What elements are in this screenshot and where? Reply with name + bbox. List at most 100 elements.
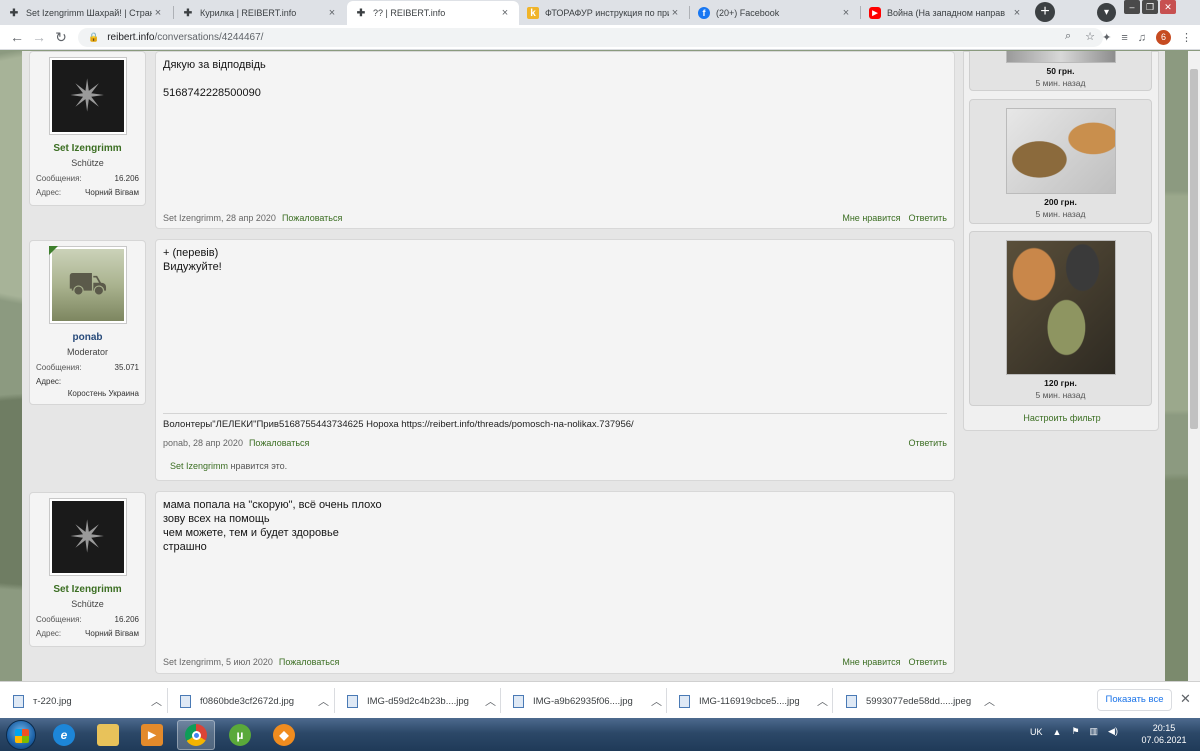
start-button[interactable] <box>6 720 36 750</box>
classified-card[interactable]: 50 грн. 5 мин. назад <box>969 51 1152 91</box>
media-icon[interactable]: ♫ <box>1138 32 1146 44</box>
tab-ftorafur[interactable]: k ФТОРАФУР инструкция по прим × <box>519 1 689 25</box>
classified-card[interactable]: 120 грн. 5 мин. назад <box>969 231 1152 406</box>
reload-icon[interactable]: ↻ <box>50 29 72 46</box>
forward-arrow-icon[interactable]: → <box>28 29 50 45</box>
show-hidden-icons-icon[interactable]: ▲ <box>1053 727 1062 737</box>
download-item[interactable]: IMG-d59d2c4b23b....jpg ︿ <box>347 692 496 710</box>
browser-toolbar: ← → ↻ 🔒 reibert.info/conversations/42444… <box>0 25 1200 50</box>
report-link[interactable]: Пожаловаться <box>279 657 339 667</box>
chevron-up-icon[interactable]: ︿ <box>318 693 329 709</box>
item-photo[interactable] <box>1005 51 1116 63</box>
username-link[interactable]: Set Izengrimm <box>30 143 145 154</box>
tab-youtube[interactable]: ▶ Война (На западном направ × <box>861 1 1031 25</box>
taskbar-app[interactable]: ◆ <box>265 720 303 750</box>
page-scrollbar[interactable] <box>1188 51 1200 681</box>
tab-close-icon[interactable]: × <box>326 7 338 19</box>
bookmark-star-icon[interactable]: ☆ <box>1085 30 1095 43</box>
item-time: 5 мин. назад <box>1035 209 1086 219</box>
close-window-icon[interactable]: ✕ <box>1160 0 1176 14</box>
flag-icon[interactable]: ⚑ <box>1071 726 1079 737</box>
tab-close-icon[interactable]: × <box>669 7 681 19</box>
chevron-up-icon[interactable]: ︿ <box>984 693 995 709</box>
show-all-downloads-button[interactable]: Показать все <box>1097 689 1172 711</box>
zoom-icon[interactable]: ⌕ <box>1065 30 1071 43</box>
taskbar-chrome[interactable] <box>177 720 215 750</box>
item-photo[interactable] <box>1005 240 1116 375</box>
download-divider <box>167 688 168 713</box>
back-arrow-icon[interactable]: ← <box>6 29 28 45</box>
chevron-up-icon[interactable]: ︿ <box>151 693 162 709</box>
download-item[interactable]: т-220.jpg ︿ <box>13 692 162 710</box>
tab-close-icon[interactable]: × <box>499 7 511 19</box>
filter-settings-link[interactable]: Настроить фильтр <box>964 413 1160 423</box>
tab-close-icon[interactable]: × <box>152 7 164 19</box>
download-item[interactable]: 5993077ede58dd.....jpeg ︿ <box>846 692 995 710</box>
message-actions: Мне нравится Ответить <box>842 213 947 223</box>
downloads-bar: т-220.jpg ︿ f0860bde3cf2672d.jpg ︿ IMG-d… <box>0 681 1200 718</box>
item-photo[interactable] <box>1005 108 1116 194</box>
message-author-date[interactable]: Set Izengrimm, 5 июл 2020 <box>163 657 273 667</box>
classified-card[interactable]: 200 грн. 5 мин. назад <box>969 99 1152 224</box>
message-author-date[interactable]: ponab, 28 апр 2020 <box>163 438 243 448</box>
avatar[interactable]: ⛟ <box>48 246 127 324</box>
message-author-date[interactable]: Set Izengrimm, 28 апр 2020 <box>163 213 276 223</box>
chaos-star-icon: ✴ <box>51 60 124 132</box>
chevron-up-icon[interactable]: ︿ <box>817 693 828 709</box>
reply-link[interactable]: Ответить <box>909 213 947 223</box>
scrollbar-thumb[interactable] <box>1190 69 1198 429</box>
conversation-column: ✴ Set Izengrimm Schütze Сообщения: 16.206… <box>22 51 1165 681</box>
cross-favicon-icon: ✚ <box>356 7 366 19</box>
taskbar-utorrent[interactable]: µ <box>221 720 259 750</box>
tab-facebook[interactable]: f (20+) Facebook × <box>690 1 860 25</box>
user-title: Schütze <box>71 158 104 168</box>
taskbar-internet-explorer[interactable]: e <box>45 720 83 750</box>
language-indicator[interactable]: UK <box>1030 727 1043 737</box>
address-bar[interactable]: 🔒 reibert.info/conversations/4244467/ ⌕ … <box>78 28 1103 47</box>
reply-link[interactable]: Ответить <box>909 438 947 448</box>
download-item[interactable]: f0860bde3cf2672d.jpg ︿ <box>180 692 329 710</box>
report-link[interactable]: Пожаловаться <box>249 438 309 448</box>
avatar[interactable]: ✴ <box>48 498 127 576</box>
minimize-icon[interactable]: – <box>1124 0 1140 14</box>
taskbar-explorer[interactable] <box>89 720 127 750</box>
profile-badge[interactable]: 6 <box>1156 30 1171 45</box>
tab-close-icon[interactable]: × <box>1011 7 1023 19</box>
username-link[interactable]: ponab <box>30 332 145 343</box>
posts-stat: Сообщения: 16.206 <box>36 174 139 183</box>
report-link[interactable]: Пожаловаться <box>282 213 342 223</box>
volume-icon[interactable]: ◀) <box>1108 726 1118 737</box>
new-tab-button[interactable]: + <box>1035 2 1055 22</box>
chevron-up-icon[interactable]: ︿ <box>651 693 662 709</box>
like-link[interactable]: Мне нравится <box>842 657 900 667</box>
tab-set-izengrimm[interactable]: ✚ Set Izengrimm Шахрай! | Страни × <box>0 1 172 25</box>
download-item[interactable]: IMG-116919cbce5....jpg ︿ <box>679 692 828 710</box>
download-divider <box>334 688 335 713</box>
posts-stat: Сообщения: 16.206 <box>36 615 139 624</box>
tab-close-icon[interactable]: × <box>840 7 852 19</box>
avatar[interactable]: ✴ <box>48 57 127 135</box>
menu-kebab-icon[interactable]: ⋮ <box>1181 31 1192 44</box>
likes-summary: Set Izengrimm нравится это. <box>170 461 288 471</box>
download-item[interactable]: IMG-a9b62935f06....jpg ︿ <box>513 692 662 710</box>
image-file-icon <box>846 694 857 708</box>
extensions-icon[interactable]: ✦ <box>1102 31 1111 44</box>
restore-icon[interactable]: ❐ <box>1142 0 1158 14</box>
tab-search-icon[interactable]: ▾ <box>1097 3 1116 22</box>
username-link[interactable]: Set Izengrimm <box>30 584 145 595</box>
reading-list-icon[interactable]: ≡ <box>1121 32 1127 44</box>
network-icon[interactable]: ▥ <box>1090 726 1099 737</box>
close-downloads-icon[interactable]: ✕ <box>1180 691 1191 707</box>
reply-link[interactable]: Ответить <box>909 657 947 667</box>
shield-icon: ◆ <box>273 724 295 746</box>
tab-kurilka[interactable]: ✚ Курилка | REIBERT.info × <box>174 1 346 25</box>
internet-explorer-icon: e <box>53 724 75 746</box>
taskbar-media-player[interactable]: ▶ <box>133 720 171 750</box>
windows-logo-icon <box>15 729 29 743</box>
clock-time: 20:15 <box>1152 723 1176 733</box>
like-link[interactable]: Мне нравится <box>842 213 900 223</box>
chevron-up-icon[interactable]: ︿ <box>485 693 496 709</box>
tab-reibert-active[interactable]: ✚ ?? | REIBERT.info × <box>347 1 519 25</box>
system-clock[interactable]: 20:15 07.06.2021 <box>1138 722 1190 746</box>
liker-link[interactable]: Set Izengrimm <box>170 461 228 471</box>
